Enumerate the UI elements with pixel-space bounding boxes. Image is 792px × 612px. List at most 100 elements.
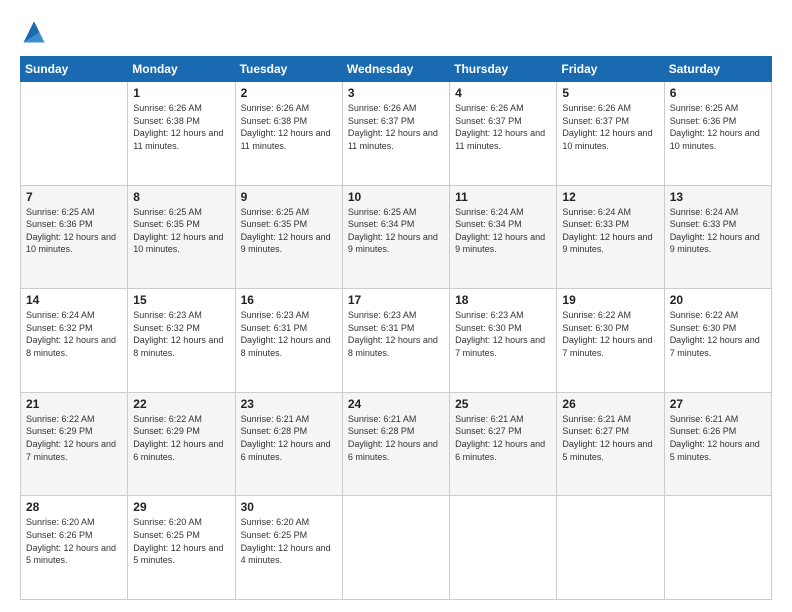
day-info: Sunrise: 6:21 AMSunset: 6:28 PMDaylight:… xyxy=(241,413,337,463)
day-number: 14 xyxy=(26,293,122,307)
calendar-week-2: 14 Sunrise: 6:24 AMSunset: 6:32 PMDayligh… xyxy=(21,289,772,393)
header xyxy=(20,18,772,46)
day-info: Sunrise: 6:26 AMSunset: 6:38 PMDaylight:… xyxy=(133,102,229,152)
day-number: 4 xyxy=(455,86,551,100)
calendar-cell: 8 Sunrise: 6:25 AMSunset: 6:35 PMDaylight… xyxy=(128,185,235,289)
day-info: Sunrise: 6:24 AMSunset: 6:34 PMDaylight:… xyxy=(455,206,551,256)
day-header-saturday: Saturday xyxy=(664,57,771,82)
day-info: Sunrise: 6:25 AMSunset: 6:35 PMDaylight:… xyxy=(241,206,337,256)
day-info: Sunrise: 6:21 AMSunset: 6:26 PMDaylight:… xyxy=(670,413,766,463)
day-number: 30 xyxy=(241,500,337,514)
day-number: 2 xyxy=(241,86,337,100)
day-number: 11 xyxy=(455,190,551,204)
day-info: Sunrise: 6:24 AMSunset: 6:32 PMDaylight:… xyxy=(26,309,122,359)
day-info: Sunrise: 6:24 AMSunset: 6:33 PMDaylight:… xyxy=(562,206,658,256)
day-number: 17 xyxy=(348,293,444,307)
page: SundayMondayTuesdayWednesdayThursdayFrid… xyxy=(0,0,792,612)
day-number: 29 xyxy=(133,500,229,514)
day-number: 26 xyxy=(562,397,658,411)
day-info: Sunrise: 6:23 AMSunset: 6:31 PMDaylight:… xyxy=(241,309,337,359)
calendar-cell: 26 Sunrise: 6:21 AMSunset: 6:27 PMDayligh… xyxy=(557,392,664,496)
day-number: 20 xyxy=(670,293,766,307)
day-info: Sunrise: 6:23 AMSunset: 6:30 PMDaylight:… xyxy=(455,309,551,359)
calendar-cell xyxy=(450,496,557,600)
calendar-cell: 21 Sunrise: 6:22 AMSunset: 6:29 PMDayligh… xyxy=(21,392,128,496)
logo xyxy=(20,18,52,46)
calendar-cell: 23 Sunrise: 6:21 AMSunset: 6:28 PMDayligh… xyxy=(235,392,342,496)
day-number: 12 xyxy=(562,190,658,204)
calendar-cell: 11 Sunrise: 6:24 AMSunset: 6:34 PMDayligh… xyxy=(450,185,557,289)
calendar-cell: 29 Sunrise: 6:20 AMSunset: 6:25 PMDayligh… xyxy=(128,496,235,600)
day-info: Sunrise: 6:22 AMSunset: 6:29 PMDaylight:… xyxy=(26,413,122,463)
calendar-cell: 22Sunrise: 6:22 AMSunset: 6:29 PMDayligh… xyxy=(128,392,235,496)
day-number: 28 xyxy=(26,500,122,514)
day-info: Sunrise: 6:21 AMSunset: 6:27 PMDaylight:… xyxy=(562,413,658,463)
day-info: Sunrise: 6:20 AMSunset: 6:25 PMDaylight:… xyxy=(241,516,337,566)
day-number: 24 xyxy=(348,397,444,411)
day-number: 5 xyxy=(562,86,658,100)
day-number: 1 xyxy=(133,86,229,100)
day-header-tuesday: Tuesday xyxy=(235,57,342,82)
day-info: Sunrise: 6:26 AMSunset: 6:37 PMDaylight:… xyxy=(562,102,658,152)
day-number: 8 xyxy=(133,190,229,204)
calendar-cell: 13Sunrise: 6:24 AMSunset: 6:33 PMDayligh… xyxy=(664,185,771,289)
day-number: 10 xyxy=(348,190,444,204)
day-info: Sunrise: 6:22 AMSunset: 6:30 PMDaylight:… xyxy=(562,309,658,359)
day-header-sunday: Sunday xyxy=(21,57,128,82)
calendar-cell: 20 Sunrise: 6:22 AMSunset: 6:30 PMDayligh… xyxy=(664,289,771,393)
day-info: Sunrise: 6:25 AMSunset: 6:36 PMDaylight:… xyxy=(26,206,122,256)
day-number: 23 xyxy=(241,397,337,411)
day-number: 19 xyxy=(562,293,658,307)
calendar-cell: 24 Sunrise: 6:21 AMSunset: 6:28 PMDayligh… xyxy=(342,392,449,496)
day-number: 15 xyxy=(133,293,229,307)
calendar-cell: 14 Sunrise: 6:24 AMSunset: 6:32 PMDayligh… xyxy=(21,289,128,393)
calendar-cell: 12 Sunrise: 6:24 AMSunset: 6:33 PMDayligh… xyxy=(557,185,664,289)
day-number: 9 xyxy=(241,190,337,204)
day-number: 21 xyxy=(26,397,122,411)
day-header-friday: Friday xyxy=(557,57,664,82)
calendar-cell: 10 Sunrise: 6:25 AMSunset: 6:34 PMDayligh… xyxy=(342,185,449,289)
calendar-cell: 17Sunrise: 6:23 AMSunset: 6:31 PMDayligh… xyxy=(342,289,449,393)
calendar-cell: 9 Sunrise: 6:25 AMSunset: 6:35 PMDaylight… xyxy=(235,185,342,289)
day-header-thursday: Thursday xyxy=(450,57,557,82)
calendar-week-0: 1 Sunrise: 6:26 AMSunset: 6:38 PMDaylight… xyxy=(21,82,772,186)
day-info: Sunrise: 6:20 AMSunset: 6:25 PMDaylight:… xyxy=(133,516,229,566)
day-info: Sunrise: 6:25 AMSunset: 6:34 PMDaylight:… xyxy=(348,206,444,256)
calendar-cell: 4Sunrise: 6:26 AMSunset: 6:37 PMDaylight… xyxy=(450,82,557,186)
calendar-cell: 16 Sunrise: 6:23 AMSunset: 6:31 PMDayligh… xyxy=(235,289,342,393)
calendar-cell xyxy=(664,496,771,600)
day-number: 16 xyxy=(241,293,337,307)
day-number: 13 xyxy=(670,190,766,204)
day-info: Sunrise: 6:25 AMSunset: 6:35 PMDaylight:… xyxy=(133,206,229,256)
day-info: Sunrise: 6:25 AMSunset: 6:36 PMDaylight:… xyxy=(670,102,766,152)
day-info: Sunrise: 6:26 AMSunset: 6:37 PMDaylight:… xyxy=(348,102,444,152)
calendar-cell: 5 Sunrise: 6:26 AMSunset: 6:37 PMDaylight… xyxy=(557,82,664,186)
day-info: Sunrise: 6:21 AMSunset: 6:27 PMDaylight:… xyxy=(455,413,551,463)
calendar-cell: 18 Sunrise: 6:23 AMSunset: 6:30 PMDayligh… xyxy=(450,289,557,393)
calendar-cell: 3 Sunrise: 6:26 AMSunset: 6:37 PMDaylight… xyxy=(342,82,449,186)
calendar-cell: 30 Sunrise: 6:20 AMSunset: 6:25 PMDayligh… xyxy=(235,496,342,600)
day-info: Sunrise: 6:21 AMSunset: 6:28 PMDaylight:… xyxy=(348,413,444,463)
day-number: 18 xyxy=(455,293,551,307)
calendar-cell: 15 Sunrise: 6:23 AMSunset: 6:32 PMDayligh… xyxy=(128,289,235,393)
calendar-cell: 7 Sunrise: 6:25 AMSunset: 6:36 PMDaylight… xyxy=(21,185,128,289)
calendar-header-row: SundayMondayTuesdayWednesdayThursdayFrid… xyxy=(21,57,772,82)
day-info: Sunrise: 6:26 AMSunset: 6:38 PMDaylight:… xyxy=(241,102,337,152)
calendar-cell: 25 Sunrise: 6:21 AMSunset: 6:27 PMDayligh… xyxy=(450,392,557,496)
day-number: 7 xyxy=(26,190,122,204)
calendar-week-3: 21 Sunrise: 6:22 AMSunset: 6:29 PMDayligh… xyxy=(21,392,772,496)
day-number: 3 xyxy=(348,86,444,100)
calendar-cell: 27Sunrise: 6:21 AMSunset: 6:26 PMDayligh… xyxy=(664,392,771,496)
calendar-week-4: 28Sunrise: 6:20 AMSunset: 6:26 PMDayligh… xyxy=(21,496,772,600)
day-info: Sunrise: 6:22 AMSunset: 6:30 PMDaylight:… xyxy=(670,309,766,359)
calendar-cell: 1 Sunrise: 6:26 AMSunset: 6:38 PMDaylight… xyxy=(128,82,235,186)
day-header-monday: Monday xyxy=(128,57,235,82)
day-number: 25 xyxy=(455,397,551,411)
day-number: 22 xyxy=(133,397,229,411)
day-number: 6 xyxy=(670,86,766,100)
calendar-week-1: 7 Sunrise: 6:25 AMSunset: 6:36 PMDaylight… xyxy=(21,185,772,289)
calendar-cell xyxy=(21,82,128,186)
logo-icon xyxy=(20,18,48,46)
calendar-cell: 6 Sunrise: 6:25 AMSunset: 6:36 PMDaylight… xyxy=(664,82,771,186)
day-info: Sunrise: 6:23 AMSunset: 6:32 PMDaylight:… xyxy=(133,309,229,359)
